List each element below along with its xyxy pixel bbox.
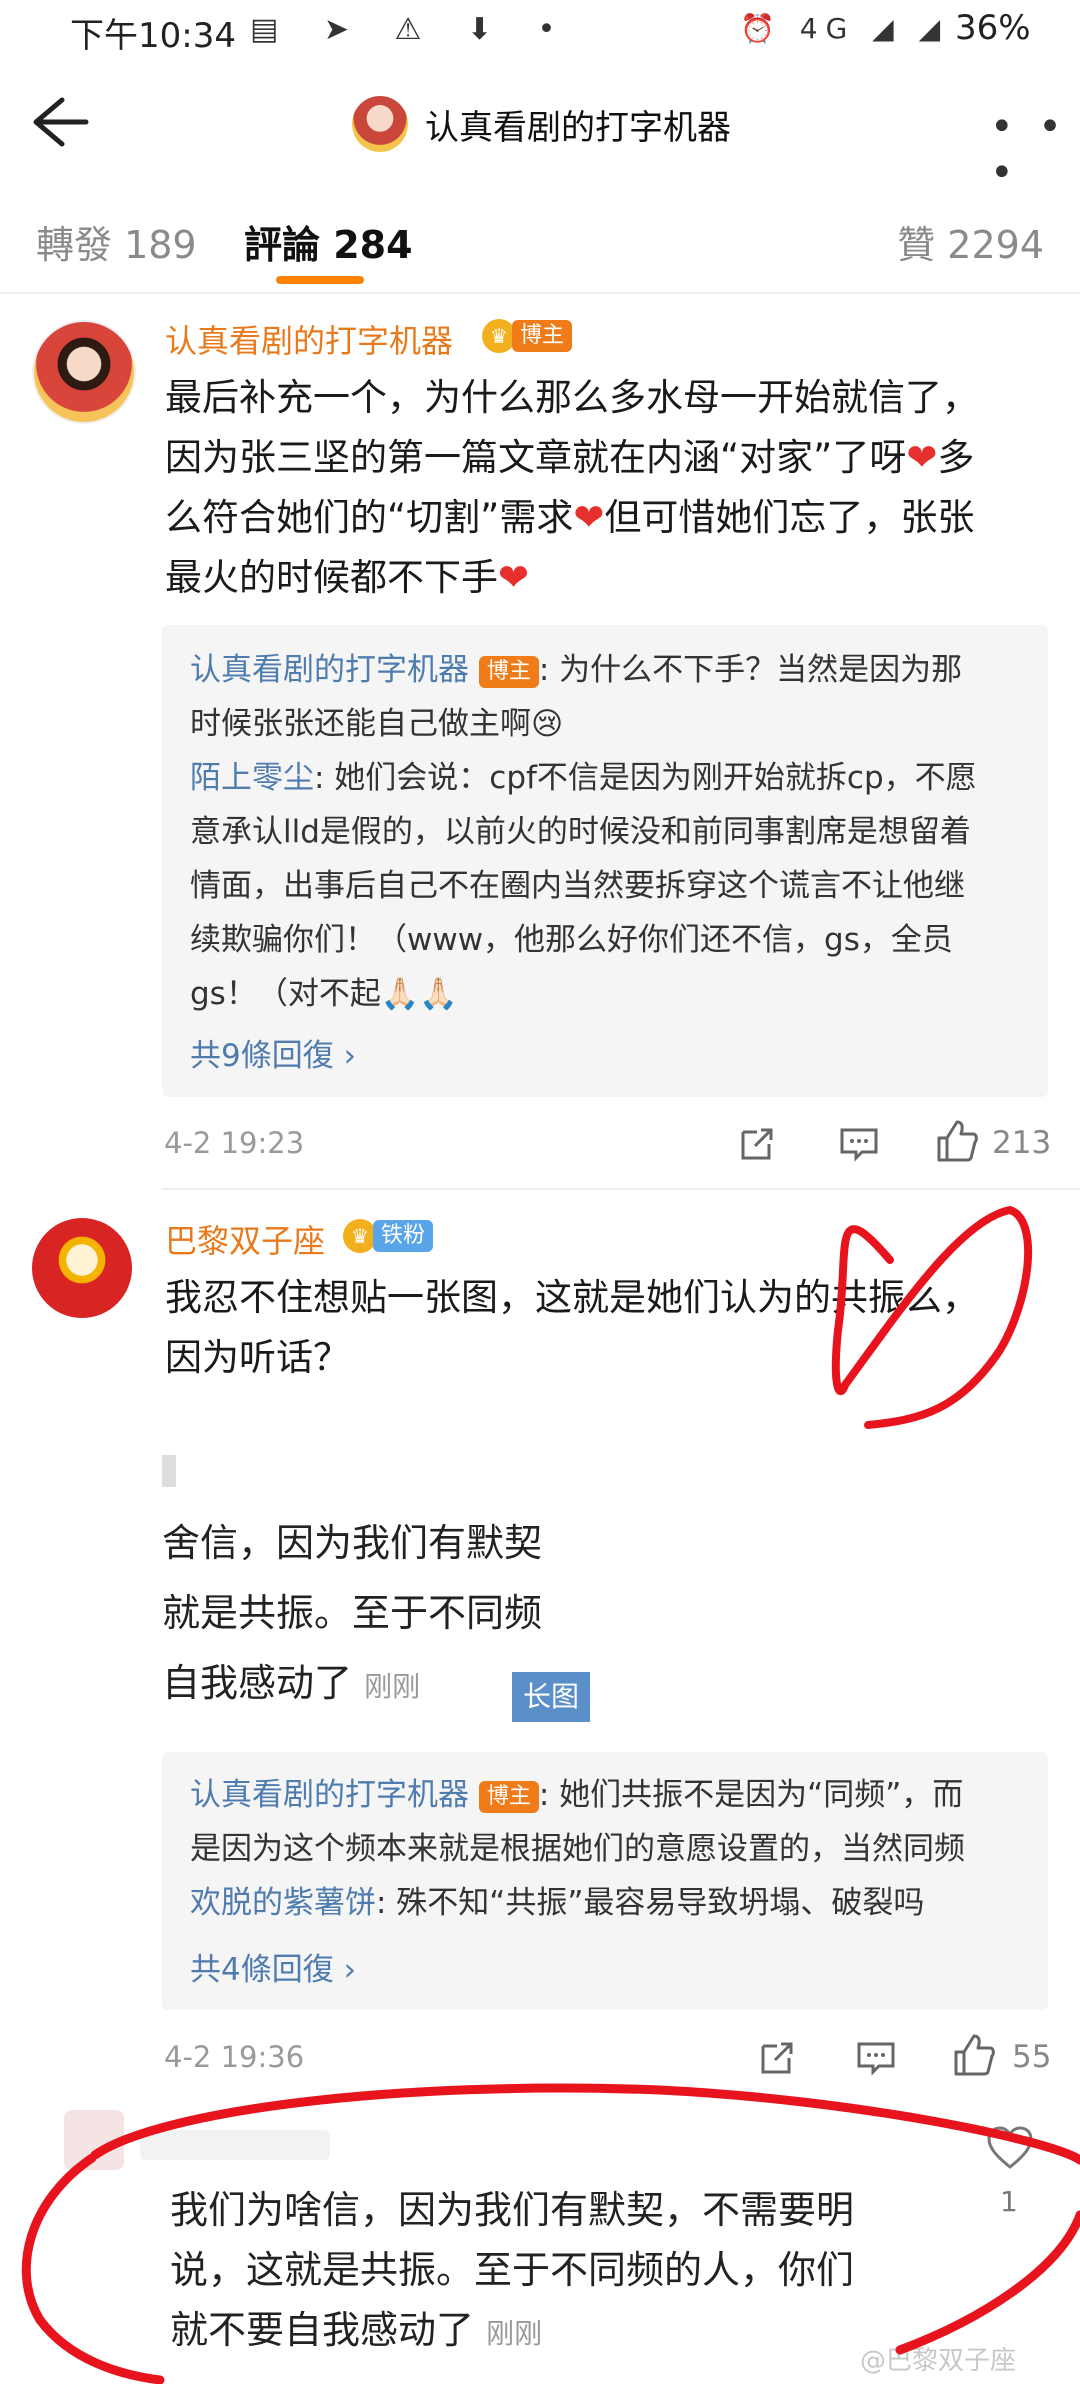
long-image-tag: 长图 bbox=[512, 1672, 590, 1722]
comment-username[interactable]: 巴黎双子座 bbox=[165, 1216, 325, 1262]
image-line: 舍信，因为我们有默契 bbox=[162, 1521, 543, 1565]
comment-username[interactable]: 认真看剧的打字机器 bbox=[165, 316, 453, 362]
divider bbox=[162, 1188, 1080, 1190]
comment-line: 最火的时候都不下手❤ bbox=[165, 556, 530, 599]
heart-icon: ❤ bbox=[906, 436, 938, 479]
comment-line: 么符合她们的“切割”需求❤但可惜她们忘了，张张 bbox=[165, 496, 975, 539]
reply-box[interactable]: 认真看剧的打字机器 博主: 为什么不下手？当然是因为那 时候张张还能自己做主啊😢… bbox=[162, 625, 1048, 1097]
notification-icons: ▤ ➤ ⚠ ⬇ • bbox=[250, 12, 574, 47]
comment-line: 因为听话？ bbox=[165, 1336, 350, 1379]
signal-icons: ⏰ 4G ◢ ◢ bbox=[740, 12, 949, 45]
comment-icon[interactable] bbox=[855, 2038, 897, 2078]
avatar[interactable] bbox=[32, 320, 136, 424]
page-title: 认真看剧的打字机器 bbox=[425, 108, 731, 148]
tab-likes[interactable]: 贊 2294 bbox=[897, 214, 1044, 269]
image-edge bbox=[162, 1455, 176, 1487]
status-time: 下午10:34 bbox=[70, 16, 236, 56]
comment-icon[interactable] bbox=[838, 1124, 880, 1164]
owner-badge: 博主 bbox=[478, 1780, 539, 1813]
quoted-comment: 我们为啥信，因为我们有默契，不需要明 说，这就是共振。至于不同频的人，你们 就不… bbox=[170, 2180, 854, 2364]
network-label: 4G bbox=[799, 12, 856, 45]
tab-comments[interactable]: 評論 284 bbox=[244, 214, 413, 269]
share-icon[interactable] bbox=[757, 2038, 797, 2078]
crown-icon: ♛ bbox=[343, 1219, 377, 1253]
tab-forward[interactable]: 轉發 189 bbox=[36, 214, 197, 269]
like-icon[interactable] bbox=[952, 2032, 996, 2078]
owner-badge: 博主 bbox=[478, 655, 539, 688]
attached-image[interactable]: 舍信，因为我们有默契 就是共振。至于不同频 自我感动了 刚刚 bbox=[162, 1508, 542, 1722]
heart-outline-icon[interactable] bbox=[985, 2123, 1035, 2173]
reply-author[interactable]: 认真看剧的打字机器 bbox=[190, 1777, 469, 1813]
blurred-avatar bbox=[64, 2110, 124, 2170]
fan-badge: 铁粉 bbox=[373, 1220, 434, 1252]
like-count: 213 bbox=[992, 1125, 1052, 1161]
image-line: 自我感动了 刚刚 bbox=[162, 1661, 421, 1705]
reply-item: 陌上零尘: 她们会说：cpf不信是因为刚开始就拆cp，不愿 意承认lld是假的，… bbox=[190, 760, 977, 1012]
reply-item: 欢脱的紫薯饼: 殊不知“共振”最容易导致坍塌、破裂吗 bbox=[190, 1885, 925, 1921]
reply-author[interactable]: 欢脱的紫薯饼 bbox=[190, 1885, 376, 1921]
tab-bar: 轉發 189 評論 284 贊 2294 bbox=[0, 176, 1080, 294]
comment-time: 4-2 19:23 bbox=[164, 1126, 305, 1160]
quoted-line: 说，这就是共振。至于不同频的人，你们 bbox=[170, 2248, 855, 2292]
comment-time: 4-2 19:36 bbox=[164, 2040, 305, 2074]
back-arrow-icon[interactable] bbox=[22, 92, 92, 152]
owner-badge: 博主 bbox=[512, 320, 573, 352]
view-replies-link[interactable]: 共4條回復 › bbox=[190, 1944, 356, 1989]
like-count: 55 bbox=[1012, 2039, 1052, 2075]
image-line: 就是共振。至于不同频 bbox=[162, 1591, 543, 1635]
watermark: @巴黎双子座 bbox=[860, 2346, 1017, 2376]
view-replies-link[interactable]: 共9條回復 › bbox=[190, 1030, 356, 1075]
top-nav: 认真看剧的打字机器 • • • bbox=[0, 64, 1080, 196]
comment-body: 最后补充一个，为什么那么多水母一开始就信了， 因为张三坚的第一篇文章就在内涵“对… bbox=[165, 368, 979, 608]
nav-avatar[interactable] bbox=[352, 96, 408, 152]
blurred-username bbox=[140, 2130, 330, 2160]
quoted-line: 我们为啥信，因为我们有默契，不需要明 bbox=[170, 2188, 855, 2232]
share-icon[interactable] bbox=[737, 1124, 777, 1164]
reply-box[interactable]: 认真看剧的打字机器 博主: 她们共振不是因为“同频”，而 是因为这个频本来就是根… bbox=[162, 1752, 1048, 2010]
comment-line: 我忍不住想贴一张图，这就是她们认为的共振么， bbox=[165, 1276, 979, 1319]
reply-author[interactable]: 陌上零尘 bbox=[190, 760, 314, 796]
quoted-line: 就不要自我感动了 刚刚 bbox=[170, 2308, 543, 2352]
comment-line: 最后补充一个，为什么那么多水母一开始就信了， bbox=[165, 376, 979, 419]
comment-body: 我忍不住想贴一张图，这就是她们认为的共振么， 因为听话？ bbox=[165, 1268, 979, 1388]
crown-icon: ♛ bbox=[482, 319, 516, 353]
reply-item: 认真看剧的打字机器 博主: 她们共振不是因为“同频”，而 是因为这个频本来就是根… bbox=[190, 1777, 965, 1867]
avatar[interactable] bbox=[32, 1218, 132, 1318]
comment-line: 因为张三坚的第一篇文章就在内涵“对家”了呀❤多 bbox=[165, 436, 975, 479]
battery-level: 36% bbox=[955, 8, 1031, 48]
reply-item: 认真看剧的打字机器 博主: 为什么不下手？当然是因为那 时候张张还能自己做主啊😢 bbox=[190, 652, 963, 742]
like-icon[interactable] bbox=[935, 1118, 979, 1164]
heart-icon: ❤ bbox=[573, 496, 605, 539]
status-bar: 下午10:34 ▤ ➤ ⚠ ⬇ • ⏰ 4G ◢ ◢ 36% bbox=[0, 0, 1080, 64]
red-annotation bbox=[21, 1205, 1080, 2384]
reply-author[interactable]: 认真看剧的打字机器 bbox=[190, 652, 469, 688]
like-count: 1 bbox=[1000, 2185, 1018, 2218]
active-tab-indicator bbox=[276, 276, 364, 284]
heart-icon: ❤ bbox=[498, 556, 530, 599]
